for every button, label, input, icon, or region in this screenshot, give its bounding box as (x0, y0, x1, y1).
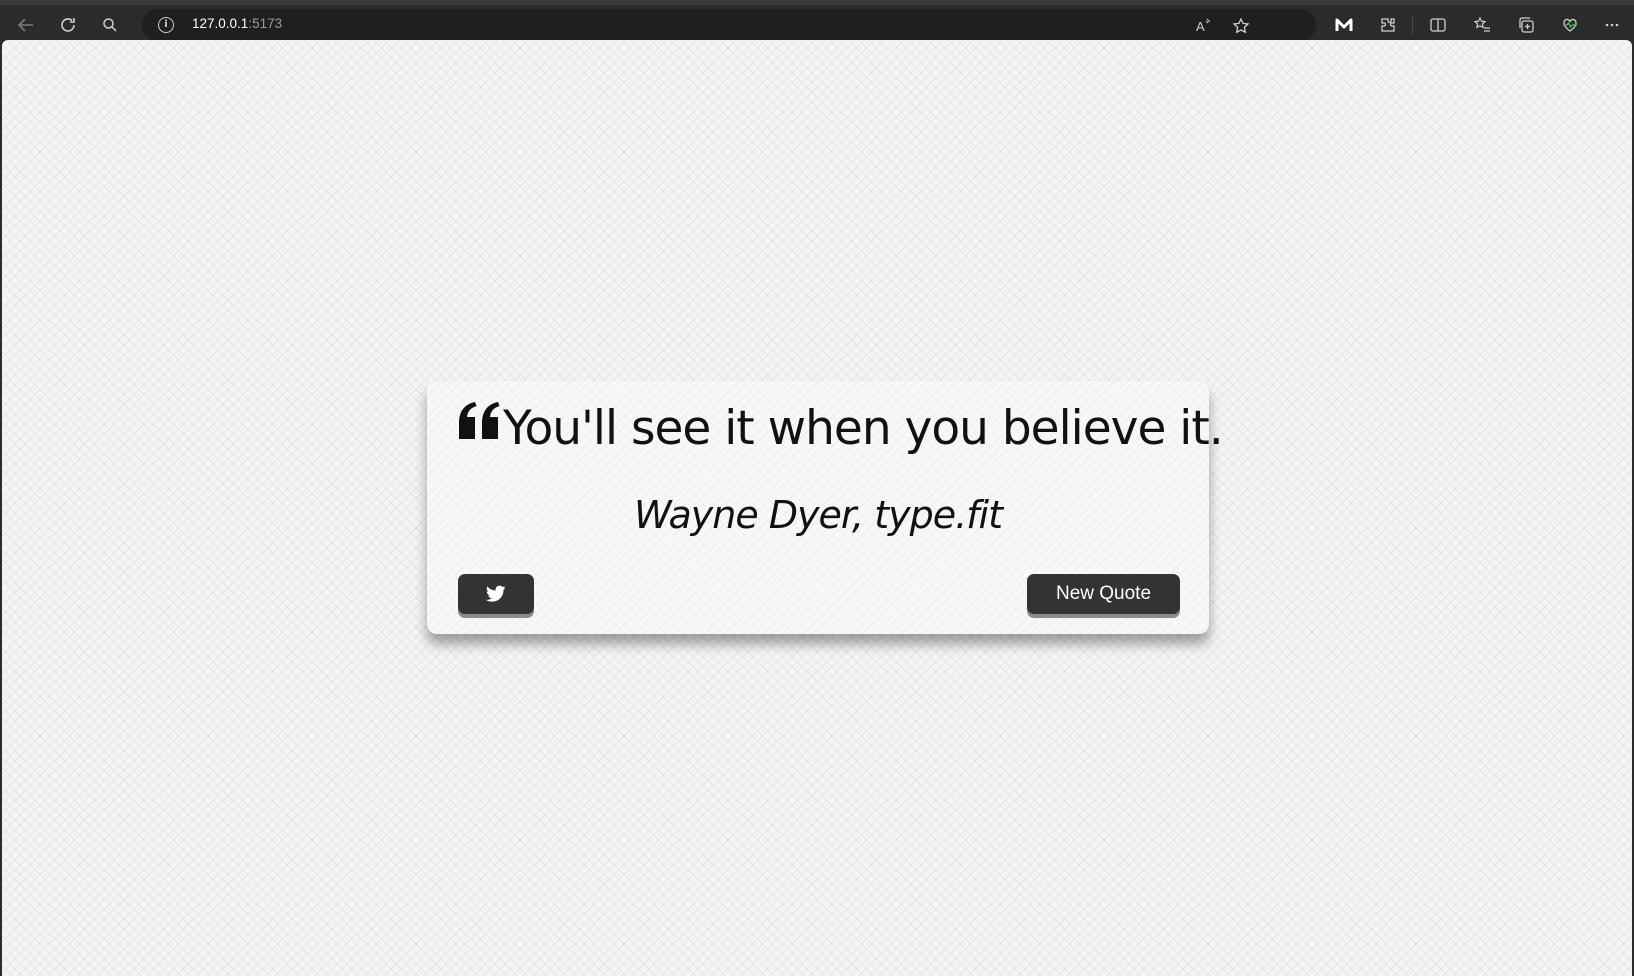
new-quote-button[interactable]: New Quote (1027, 574, 1180, 614)
search-icon[interactable] (96, 11, 124, 39)
quote-text: You'll see it when you believe it. (503, 401, 1224, 456)
collections-icon[interactable] (1512, 11, 1540, 39)
refresh-icon[interactable] (54, 11, 82, 39)
more-icon[interactable] (1598, 11, 1626, 39)
svg-text:A: A (1196, 19, 1205, 34)
read-aloud-icon[interactable]: A (1192, 15, 1214, 37)
info-icon[interactable]: i (158, 17, 174, 33)
favorite-icon[interactable] (1230, 15, 1252, 37)
twitter-icon (486, 585, 506, 602)
health-icon[interactable] (1556, 11, 1584, 39)
quote-author: Wayne Dyer, type.fit (633, 493, 1003, 537)
extension-m-icon[interactable] (1330, 11, 1358, 39)
page-viewport: You'll see it when you believe it. Wayne… (2, 40, 1632, 976)
split-screen-icon[interactable] (1424, 11, 1452, 39)
quote-card: You'll see it when you believe it. Wayne… (427, 381, 1224, 634)
quote-left-icon (457, 401, 503, 441)
back-icon[interactable] (12, 11, 40, 39)
tweet-button[interactable] (458, 574, 534, 614)
browser-toolbar: i 127.0.0.1:5173 A (0, 0, 1634, 41)
extensions-icon[interactable] (1374, 11, 1402, 39)
address-bar[interactable]: i 127.0.0.1:5173 A (142, 9, 1316, 41)
url-text[interactable]: 127.0.0.1:5173 (192, 16, 282, 31)
favorites-list-icon[interactable] (1468, 11, 1496, 39)
